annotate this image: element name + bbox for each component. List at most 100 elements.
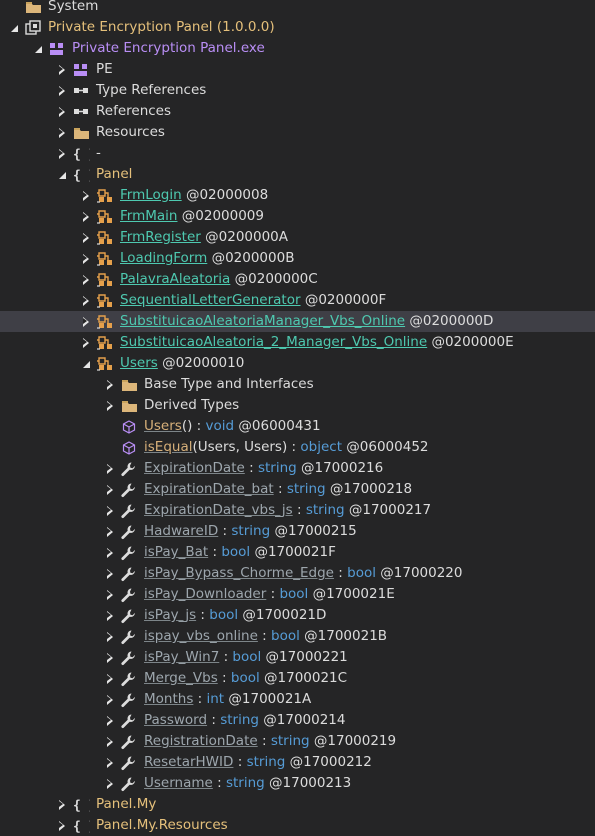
tree-node-assembly[interactable]: Private Encryption Panel (1.0.0.0) [0,17,595,38]
tree-node--[interactable]: { }- [0,143,595,164]
tree-node-property[interactable]: isPay_Win7 : bool @17000221 [0,647,595,668]
tree-node-class[interactable]: FrmRegister @0200000A [0,227,595,248]
expand-arrow-icon[interactable] [56,122,68,143]
tree-node-property[interactable]: RegistrationDate : string @17000219 [0,731,595,752]
wrench-icon [120,605,138,626]
expand-arrow-icon[interactable] [80,227,92,248]
property-name: RegistrationDate [144,733,258,749]
tree-node-property[interactable]: ExpirationDate_vbs_js : string @17000217 [0,500,595,521]
expand-arrow-icon[interactable] [104,626,116,647]
tree-node-property[interactable]: Merge_Vbs : bool @1700021C [0,668,595,689]
tree-node-property[interactable]: Username : string @17000213 [0,773,595,794]
tree-node-namespace-panel[interactable]: { } Panel [0,164,595,185]
tree-node-property[interactable]: ispay_vbs_online : bool @1700021B [0,626,595,647]
tree-node-class[interactable]: FrmMain @02000009 [0,206,595,227]
tree-node-class-users[interactable]: Users @02000010 [0,353,595,374]
tree-node-property[interactable]: isPay_js : bool @1700021D [0,605,595,626]
expand-arrow-icon[interactable] [80,269,92,290]
expand-arrow-icon[interactable] [104,731,116,752]
expand-arrow-icon[interactable] [80,248,92,269]
expand-arrow-icon[interactable] [104,374,116,395]
tree-node-property[interactable]: isPay_Downloader : bool @1700021E [0,584,595,605]
tree-node-class[interactable]: SubstituicaoAleatoria_2_Manager_Vbs_Onli… [0,332,595,353]
property-name: ResetarHWID [144,754,234,770]
folder-icon [72,122,90,143]
expand-arrow-icon[interactable] [104,584,116,605]
tree-node-property[interactable]: HadwareID : string @17000215 [0,521,595,542]
tree-node-class[interactable]: SequentialLetterGenerator @0200000F [0,290,595,311]
expand-arrow-icon[interactable] [104,773,116,794]
expand-arrow-icon[interactable] [56,143,68,164]
tree-node-class[interactable]: FrmLogin @02000008 [0,185,595,206]
tree-node-folder[interactable]: Derived Types [0,395,595,416]
node-label: isPay_Win7 : bool @17000221 [144,649,348,665]
metadata-token: @1700021A [224,691,312,707]
tree-node-namespace[interactable]: { } Panel.My [0,794,595,815]
namespace-name: Panel.My.Resources [96,817,228,833]
collapse-arrow-icon[interactable] [8,17,20,38]
expand-arrow-icon[interactable] [104,647,116,668]
node-label: FrmMain @02000009 [120,206,264,227]
tree-node-property[interactable]: ExpirationDate_bat : string @17000218 [0,479,595,500]
expand-arrow-icon[interactable] [56,815,68,836]
expand-arrow-icon[interactable] [56,80,68,101]
tree-node-property[interactable]: Password : string @17000214 [0,710,595,731]
metadata-token: @17000215 [270,523,357,539]
metadata-token: @17000220 [375,565,463,581]
tree-node-property[interactable]: isPay_Bat : bool @1700021F [0,542,595,563]
metadata-token: @17000216 [296,460,384,476]
tree-node-method[interactable]: isEqual(Users, Users) : object @06000452 [0,437,595,458]
expand-arrow-icon[interactable] [80,206,92,227]
tree-node-folder[interactable]: Base Type and Interfaces [0,374,595,395]
expand-arrow-icon[interactable] [104,710,116,731]
tree-node-namespace[interactable]: { } Panel.My.Resources [0,815,595,836]
class-name: SequentialLetterGenerator [120,292,301,308]
tree-node-property[interactable]: isPay_Bypass_Chorme_Edge : bool @1700022… [0,563,595,584]
method-name: Users [144,418,182,434]
property-type: int [206,691,225,707]
tree-node-class[interactable]: PalavraAleatoria @0200000C [0,269,595,290]
property-type: bool [271,628,300,644]
expand-arrow-icon[interactable] [104,458,116,479]
collapse-arrow-icon[interactable] [80,353,92,374]
node-name: System [48,0,99,14]
expand-arrow-icon[interactable] [56,101,68,122]
expand-arrow-icon[interactable] [104,689,116,710]
references-icon [72,101,90,122]
expand-arrow-icon[interactable] [80,290,92,311]
expand-arrow-icon[interactable] [104,395,116,416]
tree-node-property[interactable]: ResetarHWID : string @17000212 [0,752,595,773]
tree-node-class[interactable]: LoadingForm @0200000B [0,248,595,269]
tree-node-pe[interactable]: PE [0,59,595,80]
tree-node-partial[interactable]: System [0,0,595,17]
expand-arrow-icon[interactable] [104,500,116,521]
expand-arrow-icon[interactable] [104,521,116,542]
expand-arrow-icon[interactable] [104,563,116,584]
expand-arrow-icon[interactable] [80,311,92,332]
expand-arrow-icon[interactable] [104,479,116,500]
wrench-icon [120,521,138,542]
tree-node-resources[interactable]: Resources [0,122,595,143]
metadata-token: @17000212 [285,754,372,770]
tree-node-class[interactable]: SubstituicaoAleatoriaManager_Vbs_Online … [0,311,595,332]
class-icon [96,185,114,206]
return-type: object [300,439,342,455]
expand-arrow-icon[interactable] [56,59,68,80]
tree-node-property[interactable]: Months : int @1700021A [0,689,595,710]
tree-node-type-references[interactable]: Type References [0,80,595,101]
expand-arrow-icon[interactable] [104,605,116,626]
expand-arrow-icon[interactable] [56,794,68,815]
expand-arrow-icon[interactable] [80,332,92,353]
tree-node-references[interactable]: References [0,101,595,122]
metadata-token: @17000217 [344,502,432,518]
collapse-arrow-icon[interactable] [56,164,68,185]
property-name: isPay_Win7 [144,649,220,665]
tree-node-module[interactable]: Private Encryption Panel.exe [0,38,595,59]
collapse-arrow-icon[interactable] [32,38,44,59]
expand-arrow-icon[interactable] [104,668,116,689]
expand-arrow-icon[interactable] [104,752,116,773]
tree-node-method[interactable]: Users() : void @06000431 [0,416,595,437]
tree-node-property[interactable]: ExpirationDate : string @17000216 [0,458,595,479]
expand-arrow-icon[interactable] [80,185,92,206]
expand-arrow-icon[interactable] [104,542,116,563]
